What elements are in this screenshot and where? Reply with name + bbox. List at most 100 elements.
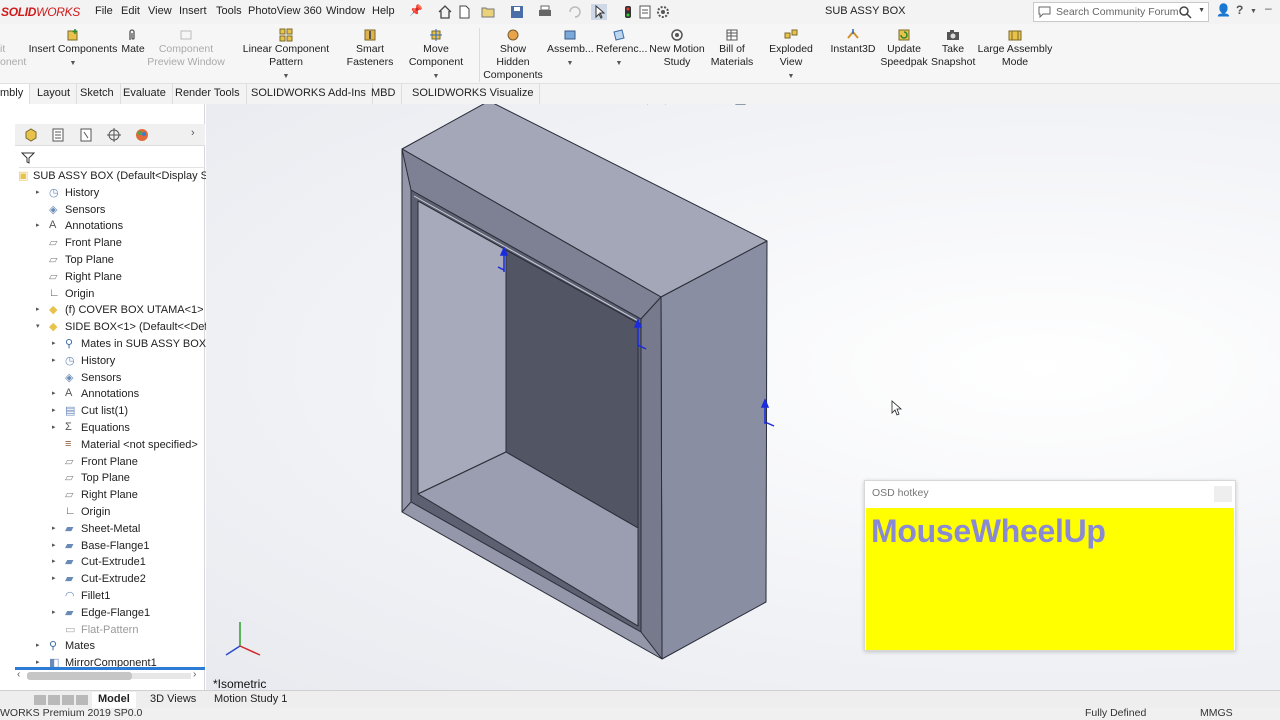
tree-item[interactable]: ≡ Material <not specified> xyxy=(48,437,205,454)
tree-item[interactable]: ◠ Fillet1 xyxy=(48,588,205,605)
feature-tree-filter[interactable] xyxy=(19,148,205,168)
tab-mbd[interactable]: MBD xyxy=(365,84,403,104)
configuration-manager-tab-icon[interactable] xyxy=(78,127,94,143)
first-tab-nav-icon[interactable] xyxy=(34,695,46,705)
tab-sketch[interactable]: Sketch xyxy=(74,84,121,104)
tree-item[interactable]: ▸ ◷ History xyxy=(48,353,205,370)
user-account-icon[interactable]: 👤 xyxy=(1216,3,1231,17)
scrollbar-thumb[interactable] xyxy=(27,672,132,680)
linear-pattern-dropdown-icon[interactable]: ▼ xyxy=(226,70,346,83)
tree-item[interactable]: ◈ Sensors xyxy=(32,202,205,219)
tree-item[interactable]: ▸ ⚲ Mates xyxy=(32,638,205,655)
tree-item[interactable]: ▸ ▰ Base-Flange1 xyxy=(48,538,205,555)
options-gear-icon[interactable] xyxy=(655,4,671,20)
tab-render-tools[interactable]: Render Tools xyxy=(169,84,247,104)
insert-components-dropdown-icon[interactable]: ▼ xyxy=(28,57,118,70)
tab-solidworks-add-ins[interactable]: SOLIDWORKS Add-Ins xyxy=(245,84,373,104)
menu-view[interactable]: View xyxy=(148,5,172,17)
tree-item[interactable]: ▱ Right Plane xyxy=(32,269,205,286)
move-component-button[interactable]: Move Component ▼ xyxy=(396,28,476,83)
tree-item[interactable]: ▸ ▰ Edge-Flange1 xyxy=(48,605,205,622)
expand-arrow-icon[interactable]: ▸ xyxy=(36,641,40,649)
take-snapshot-button[interactable]: Take Snapshot xyxy=(931,28,975,69)
large-assembly-mode-button[interactable]: Large Assembly Mode xyxy=(976,28,1054,69)
pin-menu-icon[interactable]: 📌 xyxy=(409,4,423,17)
expand-arrow-icon[interactable]: ▸ xyxy=(36,188,40,196)
tree-item[interactable]: ▸ ◆ (f) COVER BOX UTAMA<1> (Defa xyxy=(32,302,234,319)
exploded-view-button[interactable]: Exploded View ▼ xyxy=(757,28,825,83)
scroll-left-icon[interactable]: ‹ xyxy=(17,669,20,680)
expand-arrow-icon[interactable]: ▸ xyxy=(52,524,56,532)
tree-item[interactable]: ▱ Top Plane xyxy=(32,252,205,269)
update-speedpak-button[interactable]: Update Speedpak xyxy=(880,28,928,69)
tree-item[interactable]: ∟ Origin xyxy=(48,504,205,521)
component-preview-window-button[interactable]: Component Preview Window xyxy=(146,28,226,69)
tree-item[interactable]: ▾ ◆ SIDE BOX<1> (Default<<Default xyxy=(32,319,225,336)
exploded-view-dropdown-icon[interactable]: ▼ xyxy=(757,70,825,83)
tree-item[interactable]: ▸ ▰ Cut-Extrude2 xyxy=(48,571,205,588)
file-properties-icon[interactable] xyxy=(637,4,653,20)
partial-command-button[interactable]: it onent xyxy=(0,28,26,69)
search-icon[interactable] xyxy=(1178,5,1192,19)
expand-arrow-icon[interactable]: ▸ xyxy=(52,557,56,565)
expand-panel-icon[interactable]: › xyxy=(191,127,195,139)
next-tab-nav-icon[interactable] xyxy=(62,695,74,705)
help-icon[interactable]: ? xyxy=(1236,3,1243,17)
bill-of-materials-button[interactable]: Bill of Materials xyxy=(708,28,756,69)
print-icon[interactable] xyxy=(537,4,553,20)
tree-item[interactable]: ▱ Top Plane xyxy=(48,470,205,487)
status-units[interactable]: MMGS xyxy=(1200,707,1233,719)
property-manager-tab-icon[interactable] xyxy=(50,127,66,143)
collapse-arrow-icon[interactable]: ▾ xyxy=(36,322,40,330)
expand-arrow-icon[interactable]: ▸ xyxy=(36,658,40,666)
save-icon[interactable] xyxy=(509,4,525,20)
heads-up-view-toolbar-icons[interactable] xyxy=(636,104,896,108)
display-manager-tab-icon[interactable] xyxy=(134,127,150,143)
new-motion-study-button[interactable]: New Motion Study xyxy=(647,28,707,69)
osd-close-button[interactable] xyxy=(1214,486,1232,502)
move-component-dropdown-icon[interactable]: ▼ xyxy=(396,70,476,83)
expand-arrow-icon[interactable]: ▸ xyxy=(52,574,56,582)
reference-geometry-dropdown-icon[interactable]: ▼ xyxy=(596,57,642,70)
help-dropdown-icon[interactable]: ▼ xyxy=(1250,8,1257,15)
osd-hotkey-window[interactable]: OSD hotkey MouseWheelUp xyxy=(864,480,1236,651)
reference-geometry-button[interactable]: Referenc... ▼ xyxy=(596,28,647,70)
last-tab-nav-icon[interactable] xyxy=(76,695,88,705)
expand-arrow-icon[interactable]: ▸ xyxy=(36,221,40,229)
tree-item[interactable]: ▸ ▤ Cut list(1) xyxy=(48,403,205,420)
menu-edit[interactable]: Edit xyxy=(121,5,140,17)
expand-arrow-icon[interactable]: ▸ xyxy=(36,305,40,313)
tree-item[interactable]: ▸ Σ Equations xyxy=(48,420,205,437)
assembly-features-button[interactable]: Assemb... ▼ xyxy=(547,28,594,70)
tree-item[interactable]: ▸ A Annotations xyxy=(48,386,205,403)
home-icon[interactable] xyxy=(437,4,453,20)
menu-insert[interactable]: Insert xyxy=(179,5,207,17)
menu-window[interactable]: Window xyxy=(326,5,365,17)
undo-icon[interactable] xyxy=(566,4,582,20)
tree-item[interactable]: ∟ Origin xyxy=(32,286,205,303)
new-document-icon[interactable] xyxy=(456,4,472,20)
feature-manager-tab-icon[interactable] xyxy=(23,127,39,143)
instant3d-button[interactable]: Instant3D xyxy=(829,28,877,56)
linear-component-pattern-button[interactable]: Linear Component Pattern ▼ xyxy=(226,28,346,83)
search-dropdown-icon[interactable]: ▼ xyxy=(1198,7,1205,14)
tree-item[interactable]: ▭ Flat-Pattern xyxy=(48,622,205,639)
sub-assy-box-model[interactable] xyxy=(401,104,768,660)
prev-tab-nav-icon[interactable] xyxy=(48,695,60,705)
view-tools-icons[interactable] xyxy=(636,104,896,108)
expand-arrow-icon[interactable]: ▸ xyxy=(52,541,56,549)
tree-item[interactable]: ▸ ▰ Cut-Extrude1 xyxy=(48,554,205,571)
open-folder-icon[interactable] xyxy=(480,4,496,20)
assembly-features-dropdown-icon[interactable]: ▼ xyxy=(547,57,593,70)
mate-button[interactable]: Mate xyxy=(118,28,148,56)
tree-item[interactable]: ▸ ◷ History xyxy=(32,185,205,202)
tree-item[interactable]: ▱ Front Plane xyxy=(48,454,205,471)
solidworks-logo[interactable]: SOLIDWORKS xyxy=(1,5,80,19)
expand-arrow-icon[interactable]: ▸ xyxy=(52,608,56,616)
expand-arrow-icon[interactable]: ▸ xyxy=(52,339,56,347)
select-pointer-icon[interactable] xyxy=(591,4,607,20)
show-hidden-components-button[interactable]: Show Hidden Components xyxy=(482,28,544,82)
tree-item[interactable]: ◈ Sensors xyxy=(48,370,205,387)
tab-evaluate[interactable]: Evaluate xyxy=(117,84,173,104)
tab-assembly[interactable]: mbly xyxy=(0,84,31,104)
